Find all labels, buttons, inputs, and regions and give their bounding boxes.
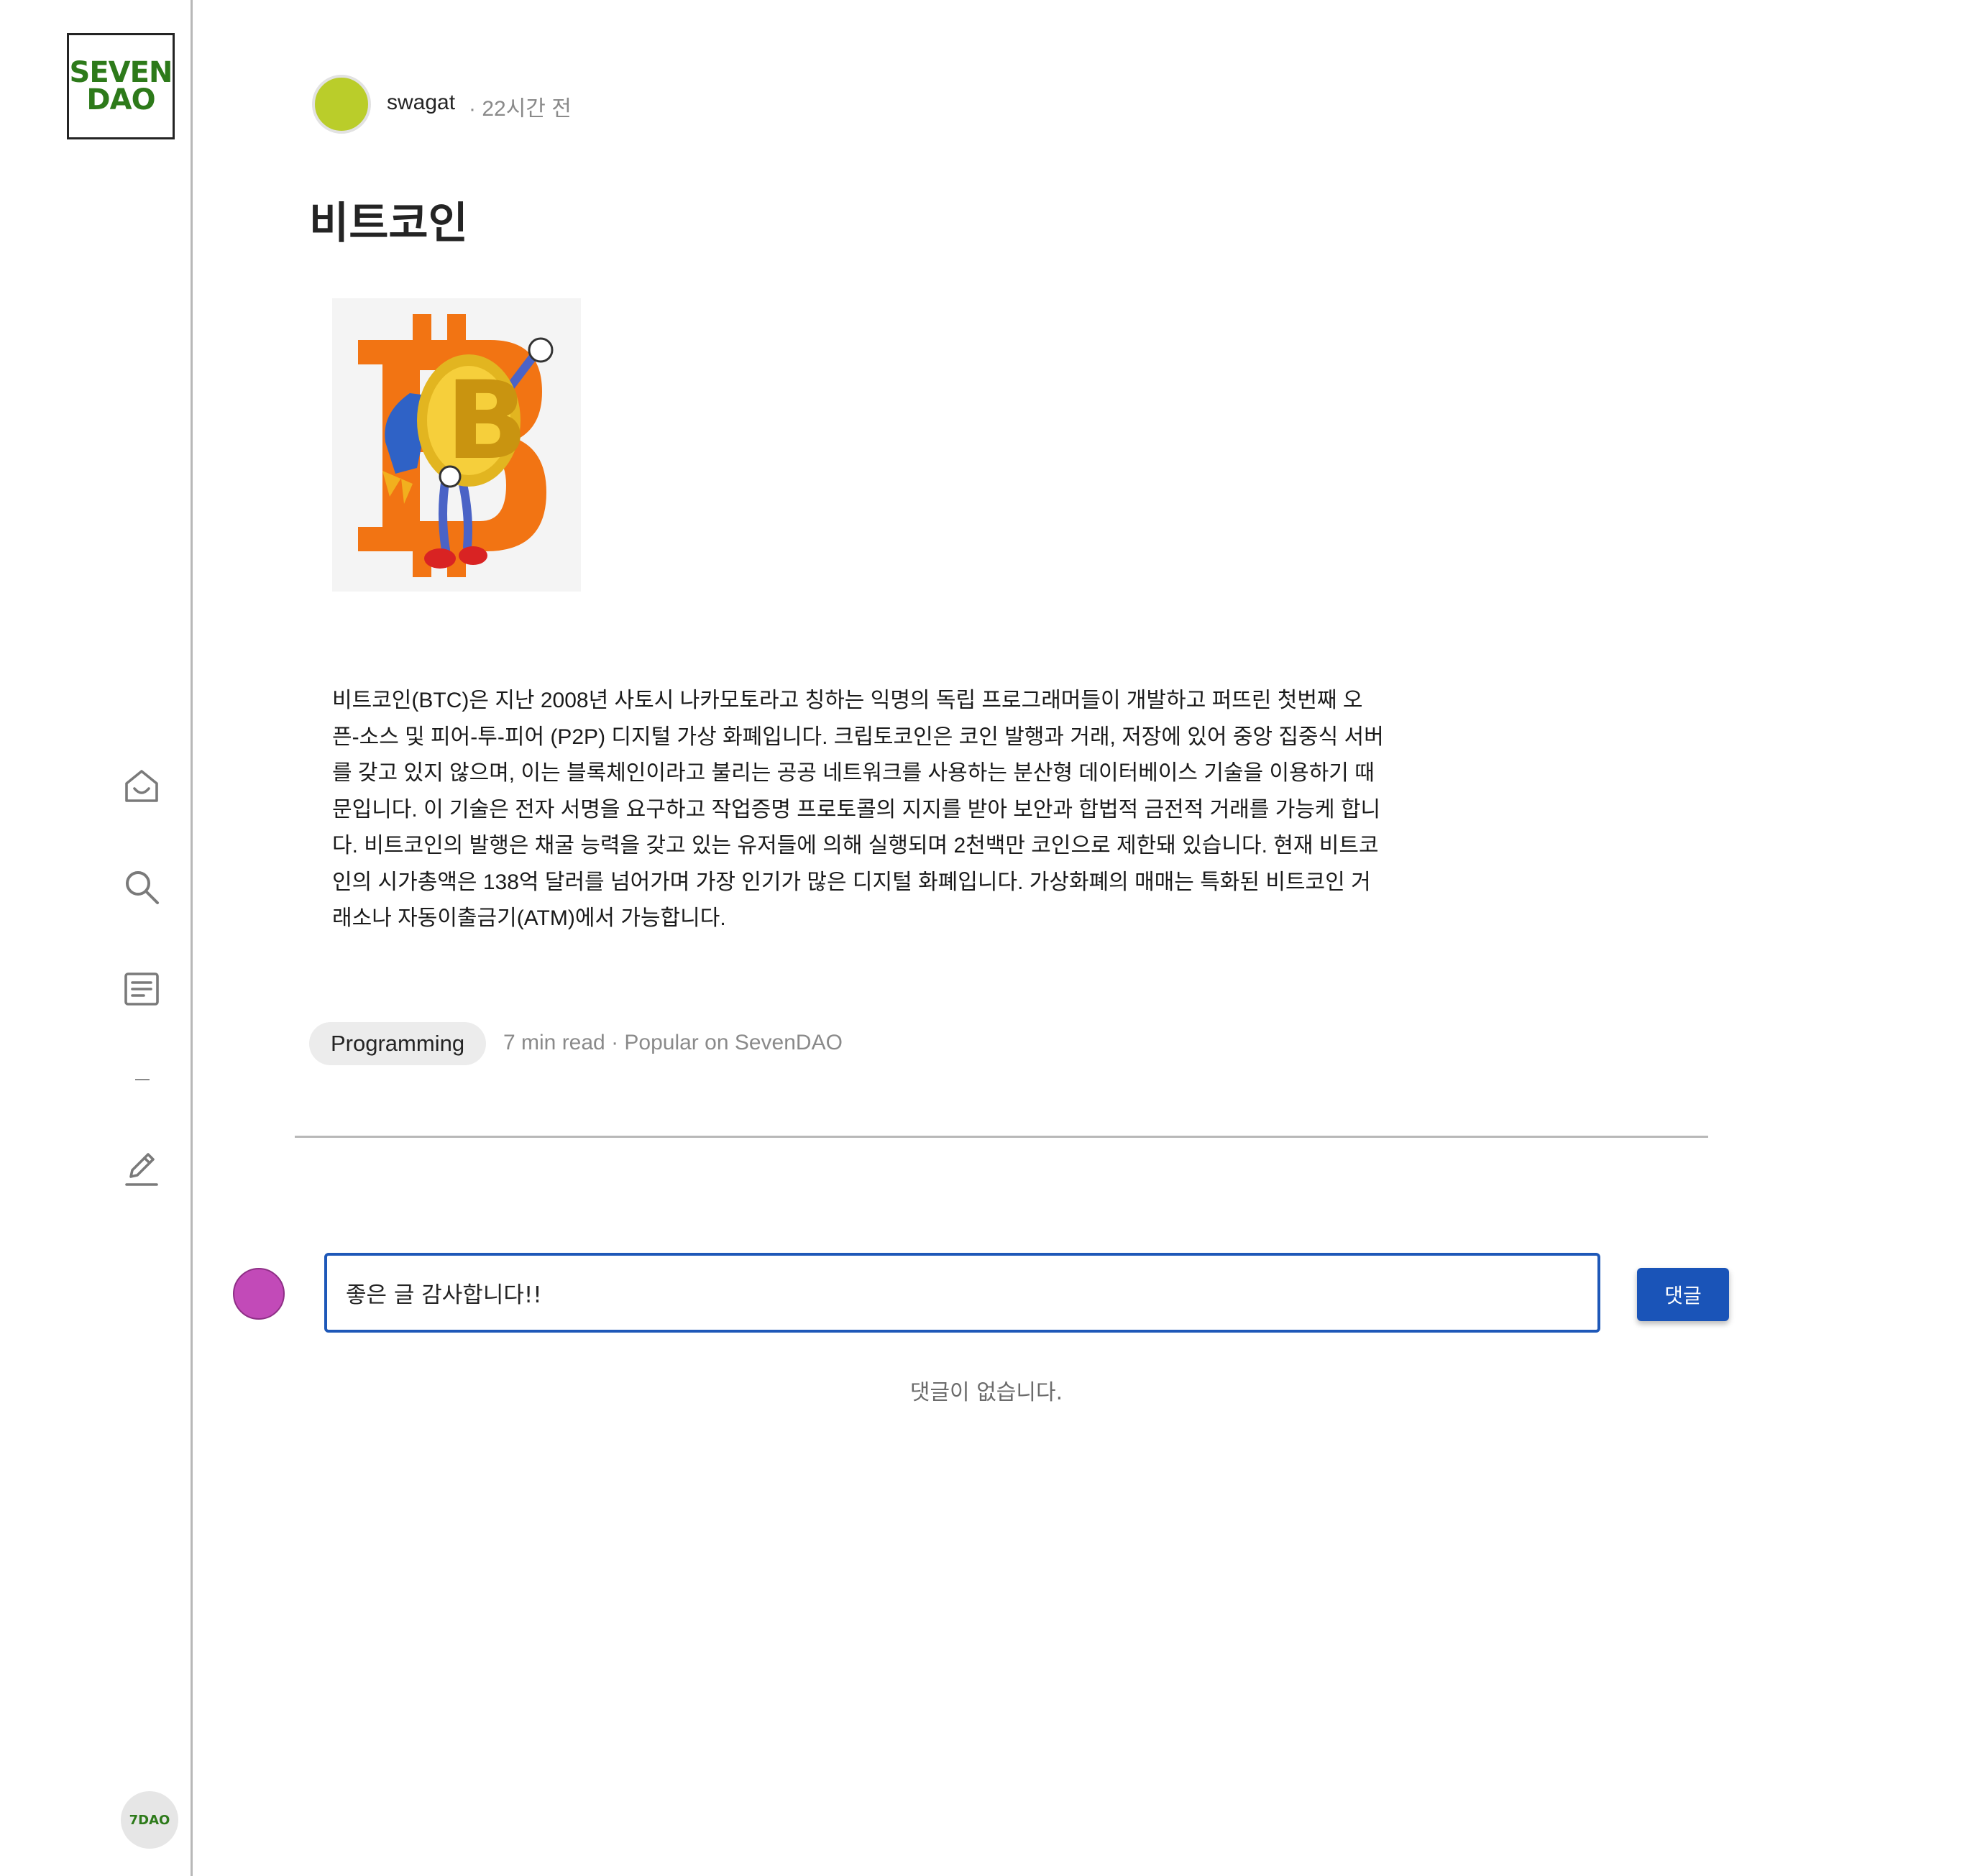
post-body: 비트코인(BTC)은 지난 2008년 사토시 나카모토라고 칭하는 익명의 독… [332, 689, 1384, 930]
post-meta: 7 min read · Popular on SevenDAO [503, 1031, 843, 1054]
nav-divider [135, 1079, 150, 1080]
search-icon[interactable] [121, 866, 162, 908]
logo-line-2: DAO [86, 83, 155, 116]
svg-text:B: B [446, 359, 528, 484]
tag-programming[interactable]: Programming [309, 1022, 487, 1065]
home-icon[interactable] [121, 765, 162, 807]
author-name[interactable]: swagat [387, 91, 455, 115]
list-icon[interactable] [121, 968, 162, 1010]
author-avatar[interactable] [312, 75, 371, 134]
profile-badge-text: 7DAO [129, 1812, 170, 1828]
sevendao-logo[interactable]: SEVEN DAO [67, 33, 175, 139]
sidebar: SEVEN DAO 7DAO [0, 0, 193, 1876]
no-comments-message: 댓글이 없습니다. [909, 1380, 1063, 1405]
post-time: · 22시간 전 [469, 97, 572, 121]
logo-line-1: SEVEN [69, 56, 173, 89]
comment-input[interactable] [324, 1253, 1600, 1333]
commenter-avatar [233, 1268, 285, 1320]
comment-submit-button[interactable]: 댓글 [1637, 1268, 1729, 1321]
write-icon[interactable] [121, 1148, 162, 1190]
section-divider [295, 1136, 1708, 1138]
profile-avatar[interactable]: 7DAO [121, 1791, 178, 1849]
bitcoin-illustration: B [332, 298, 581, 592]
post-title: 비트코인 [309, 199, 468, 247]
